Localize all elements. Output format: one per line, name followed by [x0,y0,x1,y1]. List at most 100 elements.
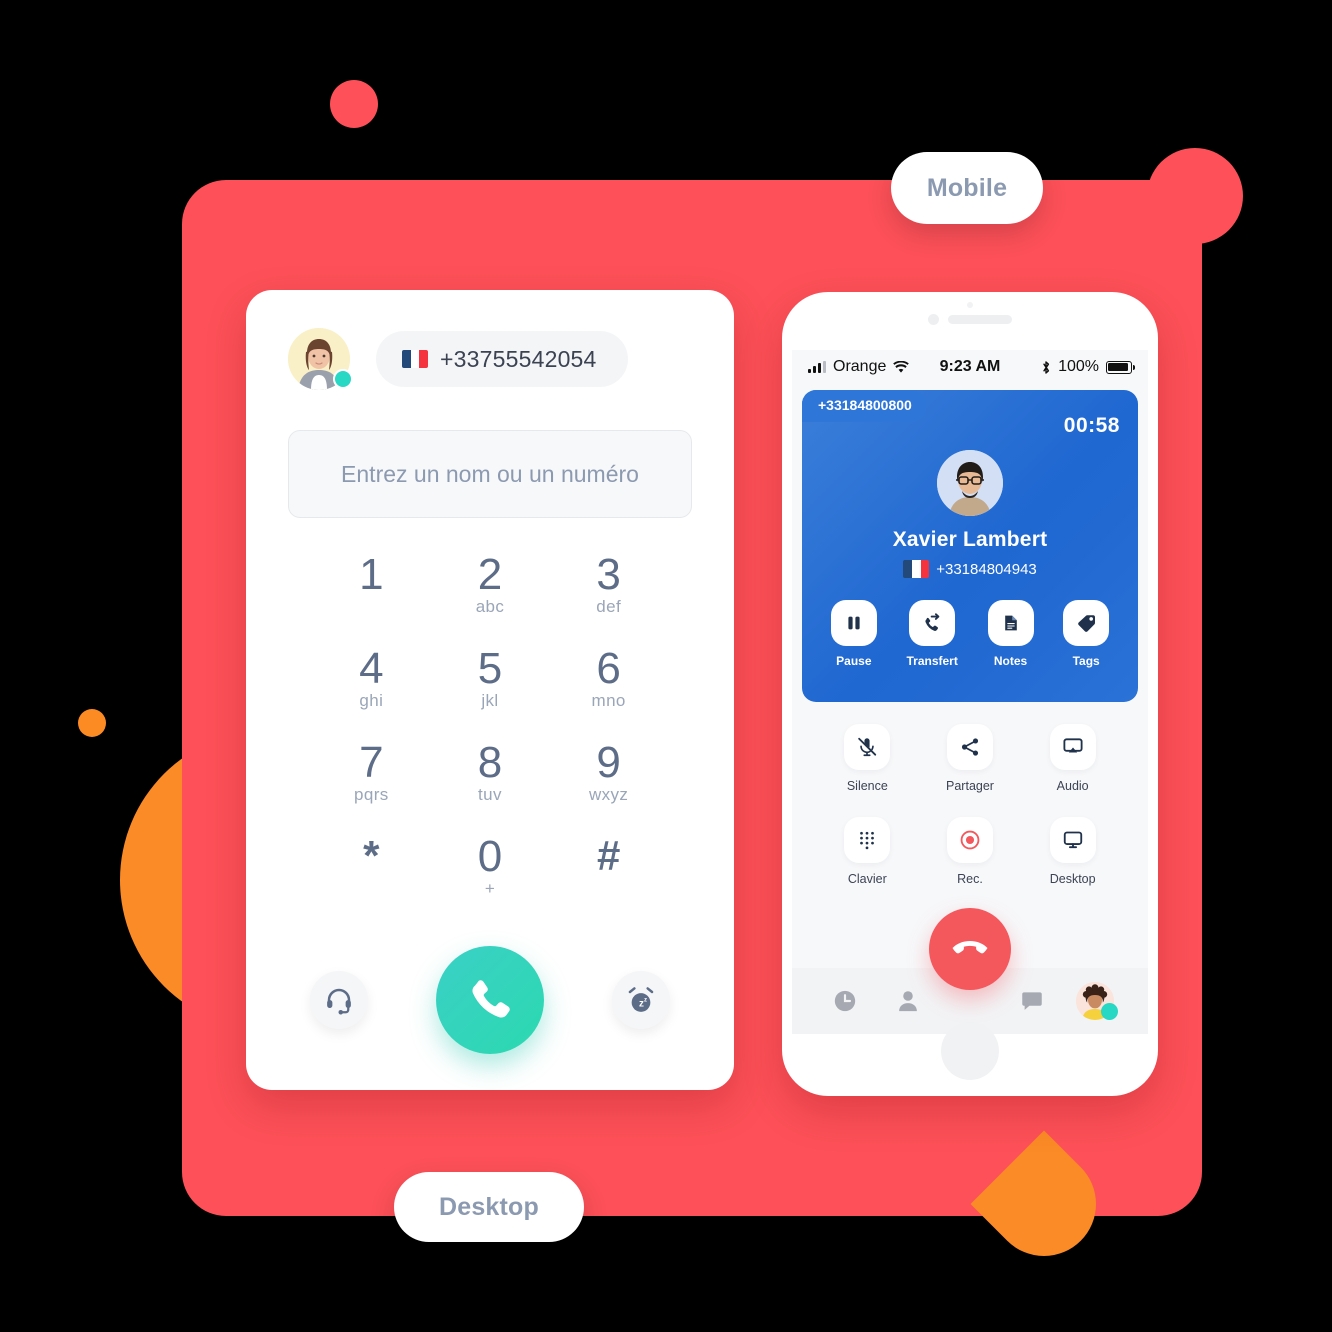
control-audio[interactable]: Audio [1021,724,1124,793]
call-transfer-icon [925,613,940,631]
avatar[interactable] [288,328,353,390]
dialpad-letters: pqrs [353,784,389,804]
rec-button[interactable] [946,817,993,863]
status-bar: Orange 9:23 AM 100% [792,350,1148,384]
status-bar-time: 9:23 AM [939,358,1001,375]
control-silence[interactable]: Silence [816,724,919,793]
dialpad-digit: 6 [596,644,621,693]
in-call-action-row: Pause Transfert Notes Tags [802,600,1138,668]
dialpad-key-9[interactable]: 9 wxyz [549,739,668,824]
dialpad-letters: def [596,596,622,616]
desktop-action-row: z z [246,946,734,1054]
headset-button[interactable] [310,971,368,1029]
wifi-icon [893,360,910,373]
desktop-app-card: +33755542054 Entrez un nom ou un numéro … [246,290,734,1090]
pause-action[interactable]: Pause [830,600,877,668]
pause-icon [848,616,860,630]
label-pill-mobile[interactable]: Mobile [891,152,1043,224]
dialpad-key-5[interactable]: 5 jkl [431,644,550,730]
did-number-badge: +33184800800 [802,390,926,422]
dialpad-key-7[interactable]: 7 pqrs [312,739,431,824]
dialpad-digit: 5 [477,644,503,693]
notes-button[interactable] [987,600,1034,646]
dialpad-key-6[interactable]: 6 mno [549,644,668,730]
contact-person-icon [898,991,917,1012]
dialpad-key-hash[interactable]: # [549,832,668,918]
silence-label: Silence [846,779,888,793]
airplay-audio-icon [1063,738,1083,753]
tab-chat[interactable] [1009,978,1055,1024]
tags-action[interactable]: Tags [1063,600,1110,668]
dialpad-letters: + [484,878,496,898]
share-button[interactable] [946,724,993,770]
mobile-phone-frame: Orange 9:23 AM 100% +33184800800 00:58 X… [782,292,1158,1096]
decorative-circle-orange-tiny [78,709,106,737]
share-icon [961,738,979,756]
dialpad-key-4[interactable]: 4 ghi [312,644,431,730]
dialpad: 1 2 abc 3 def 4 ghi 5 jkl 6 mno 7 pqrs 8… [312,550,668,918]
control-desktop[interactable]: Desktop [1021,817,1124,886]
my-number-chip[interactable]: +33755542054 [376,331,628,387]
dialpad-key-star[interactable]: * [312,833,431,918]
tab-profile[interactable] [1072,978,1118,1024]
dialpad-key-8[interactable]: 8 tuv [431,738,550,824]
profile-avatar-icon [1075,982,1118,1020]
caller-number-row: +33184804943 [802,560,1138,578]
search-input[interactable]: Entrez un nom ou un numéro [288,430,692,518]
dialpad-digit: 8 [477,738,503,787]
home-button[interactable] [941,1022,999,1080]
earpiece-speaker [948,315,1012,324]
pause-button[interactable] [830,600,877,646]
pill-desktop-text: Desktop [438,1192,540,1221]
dialpad-digit: # [596,832,621,879]
dialpad-digit: 4 [359,644,384,693]
notes-action[interactable]: Notes [987,600,1034,668]
partager-label: Partager [946,779,994,793]
control-partager[interactable]: Partager [919,724,1022,793]
label-pill-desktop[interactable]: Desktop [394,1172,584,1242]
dialpad-key-3[interactable]: 3 def [549,551,668,636]
carrier-name: Orange [833,358,887,375]
hangup-button[interactable] [929,908,1011,990]
dialpad-digit: 1 [359,550,384,599]
transfer-label: Transfert [906,654,958,668]
my-number-text: +33755542054 [440,345,597,372]
caller-number-text: +33184804943 [936,560,1037,578]
hangup-icon [952,940,988,954]
dialpad-key-1[interactable]: 1 [312,550,431,636]
transfer-button[interactable] [909,600,956,646]
pill-mobile-text: Mobile [926,173,1008,202]
control-rec[interactable]: Rec. [919,817,1022,886]
transfer-action[interactable]: Transfert [906,600,958,668]
silence-button[interactable] [844,724,891,770]
caller-info: Xavier Lambert +33184804943 [802,450,1138,578]
dialpad-key-2[interactable]: 2 abc [431,551,550,636]
call-icon [472,980,510,1018]
battery-full-icon [1106,360,1136,374]
call-timer: 00:58 [1063,414,1120,437]
caller-photo-illustration [937,450,1003,516]
tab-contacts[interactable] [885,978,931,1024]
audio-button[interactable] [1049,724,1096,770]
record-icon [960,830,980,850]
tab-history[interactable] [822,978,868,1024]
dialpad-letters: wxyz [588,784,629,804]
dialpad-key-0[interactable]: 0 + [431,833,550,918]
headset-icon [327,988,351,1015]
snooze-button[interactable]: z z [612,971,670,1029]
rec-label: Rec. [957,872,983,886]
flag-fr-icon [903,560,930,578]
control-clavier[interactable]: Clavier [816,817,919,886]
snooze-alarm-icon: z z [628,987,654,1012]
clavier-label: Clavier [847,872,887,886]
clavier-button[interactable] [844,817,891,863]
phone-notch [782,302,1158,325]
scene-root: +33755542054 Entrez un nom ou un numéro … [0,0,1332,1332]
keypad-icon [860,831,875,850]
monitor-icon [1063,831,1082,849]
call-button[interactable] [436,946,544,1054]
desktop-button[interactable] [1049,817,1096,863]
phone-screen: Orange 9:23 AM 100% +33184800800 00:58 X… [792,350,1148,1034]
status-bar-right: 100% [1000,358,1136,376]
tags-button[interactable] [1063,600,1110,646]
